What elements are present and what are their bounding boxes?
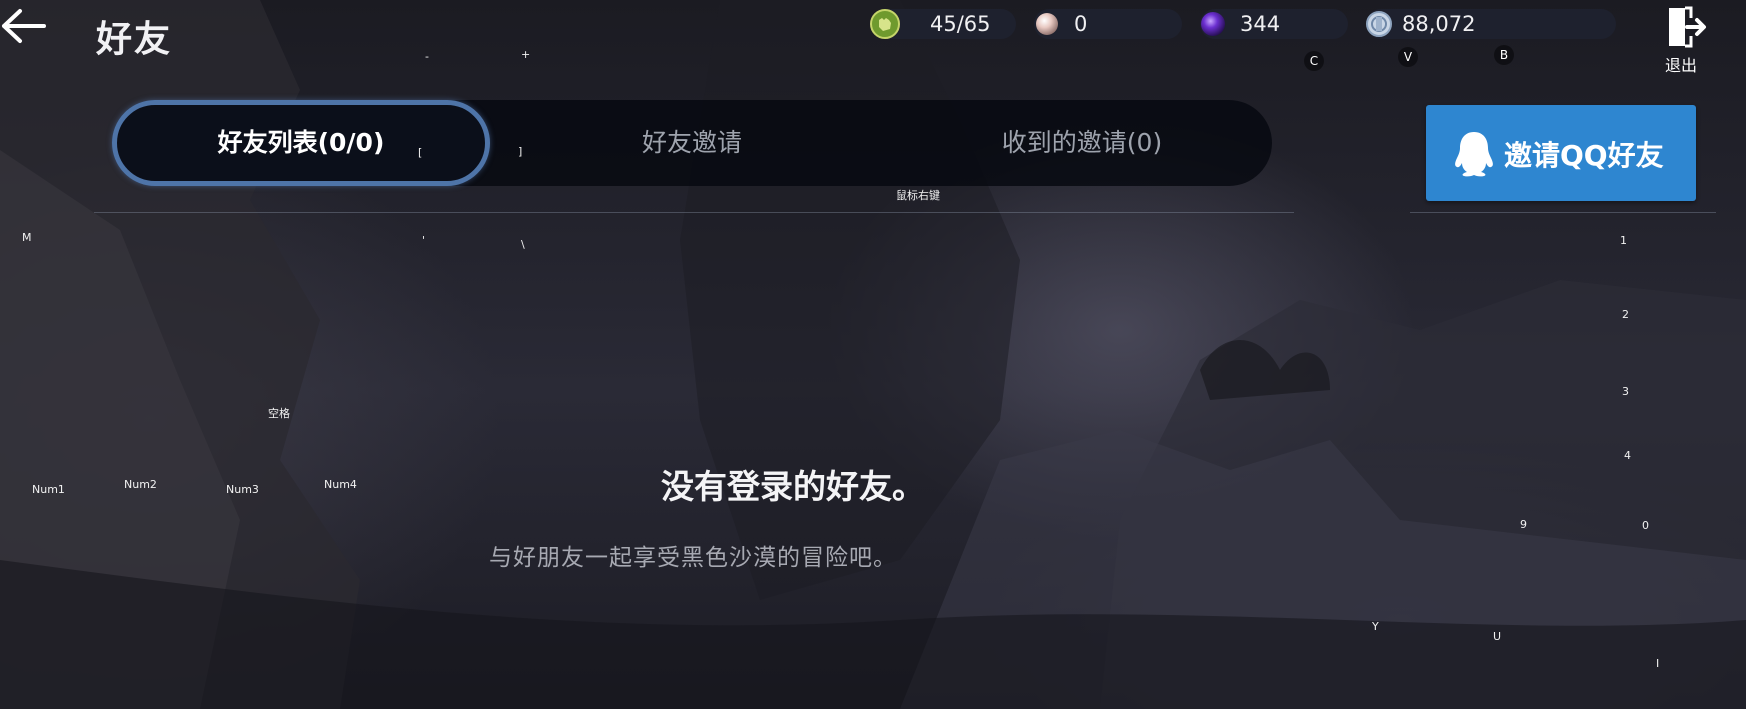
key-hint-b: B [1494, 45, 1514, 65]
invite-qq-label: 邀请QQ好友 [1504, 139, 1664, 172]
top-bar: 好友 45/65 0 344 88,072 退出 [0, 0, 1746, 75]
currency-purple-orb: 344 [1200, 9, 1348, 39]
currency-energy: 45/65 [870, 9, 1016, 39]
qq-penguin-icon [1455, 132, 1493, 177]
key-hint-c: C [1304, 51, 1324, 71]
key-hint-num4: Num4 [324, 478, 357, 491]
silver-coin-icon [1366, 11, 1392, 37]
key-hint-v: V [1398, 47, 1418, 67]
tab-received-invites[interactable]: 收到的邀请(0) [892, 100, 1272, 186]
key-hint-4: 4 [1624, 449, 1631, 462]
key-hint-num2: Num2 [124, 478, 157, 491]
exit-label: 退出 [1664, 56, 1697, 75]
currency-silver: 88,072 [1366, 9, 1616, 39]
silver-value: 88,072 [1402, 12, 1476, 36]
energy-value: 45/65 [930, 12, 991, 36]
page-title: 好友 [96, 19, 173, 60]
friend-tabs: 好友列表(0/0) 好友邀请 收到的邀请(0) [112, 100, 1272, 186]
purple-orb-icon [1201, 12, 1225, 36]
key-hint-3: 3 [1622, 385, 1629, 398]
key-hint-num1: Num1 [32, 483, 65, 496]
empty-state-subtitle: 与好朋友一起享受黑色沙漠的冒险吧。 [489, 545, 897, 571]
purple-orb-value: 344 [1240, 12, 1281, 36]
key-hint-space: 空格 [268, 407, 290, 420]
key-hint-num3: Num3 [226, 483, 259, 496]
empty-state-title: 没有登录的好友。 [0, 460, 1746, 508]
fist-badge-icon [870, 9, 900, 39]
key-hint-right-click: 鼠标右键 [896, 189, 940, 202]
key-hint-u: U [1493, 630, 1502, 643]
back-arrow-icon[interactable] [0, 8, 48, 44]
exit-button[interactable]: 退出 [1657, 4, 1706, 75]
key-hint-plus: + [521, 48, 531, 61]
key-hint-y: Y [1372, 620, 1379, 633]
tab-friend-list[interactable]: 好友列表(0/0) [112, 100, 490, 186]
pearl-icon [1036, 13, 1058, 35]
divider-line [94, 212, 1294, 213]
key-hint-apostrophe: ' [422, 234, 426, 247]
tab-friend-invite[interactable]: 好友邀请 [492, 100, 892, 186]
key-hint-left-bracket: [ [418, 146, 423, 159]
key-hint-2: 2 [1622, 308, 1629, 321]
key-hint-backslash: \ [521, 238, 525, 251]
exit-door-icon [1669, 6, 1706, 48]
key-hint-0: 0 [1642, 519, 1649, 532]
pearl-value: 0 [1074, 12, 1088, 36]
divider-line-right [1410, 212, 1716, 213]
currency-pearl: 0 [1034, 9, 1182, 39]
invite-qq-friends-button[interactable]: 邀请QQ好友 [1426, 105, 1696, 201]
key-hint-minus: - [425, 50, 429, 63]
key-hint-9: 9 [1520, 518, 1527, 531]
key-hint-right-bracket: ] [518, 145, 523, 158]
key-hint-1: 1 [1620, 234, 1627, 247]
key-hint-i: I [1656, 657, 1660, 670]
empty-state-title-text: 没有登录的好友。 [661, 467, 925, 506]
key-hint-m: M [22, 231, 32, 244]
